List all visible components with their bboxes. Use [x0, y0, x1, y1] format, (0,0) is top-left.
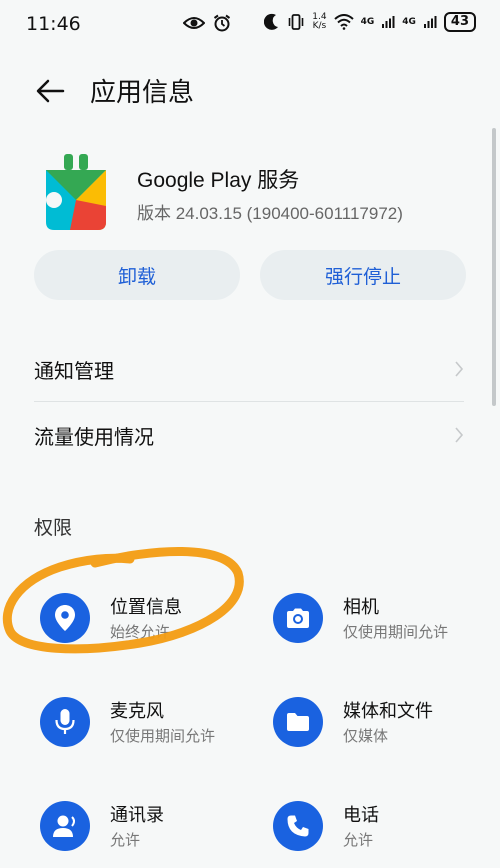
permissions-section-title: 权限 — [34, 517, 73, 539]
permission-camera[interactable]: 相机 仅使用期间允许 — [273, 588, 493, 658]
page-title: 应用信息 — [90, 78, 195, 108]
status-icons-right: 1.4 K/s 4G 4G 43 — [264, 12, 476, 32]
battery-indicator: 43 — [443, 12, 476, 32]
list-item-label: 流量使用情况 — [34, 424, 154, 449]
permission-microphone[interactable]: 麦克风 仅使用期间允许 — [40, 692, 260, 762]
camera-icon — [273, 593, 323, 643]
permission-contacts[interactable]: 通讯录 允许 — [40, 796, 260, 866]
alarm-icon — [213, 14, 231, 32]
list-item-label: 通知管理 — [34, 358, 114, 383]
uninstall-button[interactable]: 卸载 — [34, 250, 240, 300]
header: 应用信息 — [0, 62, 500, 118]
permission-phone[interactable]: 电话 允许 — [273, 796, 493, 866]
sim1-tag: 4G — [360, 17, 375, 27]
back-arrow-icon[interactable] — [33, 74, 67, 108]
permission-title: 麦克风 — [110, 701, 164, 722]
list-item-data-usage[interactable]: 流量使用情况 — [34, 404, 464, 466]
permission-status: 仅使用期间允许 — [343, 623, 449, 641]
signal-icon-2 — [423, 16, 437, 28]
permission-title: 位置信息 — [110, 597, 182, 618]
force-stop-button[interactable]: 强行停止 — [260, 250, 466, 300]
app-name: Google Play 服务 — [137, 169, 300, 192]
google-play-services-icon — [46, 154, 106, 230]
status-icons-center — [183, 14, 231, 32]
permission-status: 仅媒体 — [343, 727, 389, 745]
permission-status: 允许 — [343, 831, 374, 849]
moon-icon — [264, 13, 279, 30]
list-item-notification-management[interactable]: 通知管理 — [34, 338, 464, 400]
chevron-right-icon — [455, 427, 464, 443]
permission-status: 始终允许 — [110, 623, 171, 641]
permission-location[interactable]: 位置信息 始终允许 — [40, 588, 260, 658]
chevron-right-icon — [455, 361, 464, 377]
sim2-tag: 4G — [402, 17, 416, 27]
microphone-icon — [40, 697, 90, 747]
location-pin-icon — [40, 593, 90, 643]
network-speed-unit: K/s — [312, 21, 327, 31]
eye-icon — [183, 17, 205, 29]
divider — [34, 401, 464, 402]
contacts-icon — [40, 801, 90, 851]
app-info: Google Play 服务 版本 24.03.15 (190400-60111… — [0, 148, 500, 238]
app-version: 版本 24.03.15 (190400-601117972) — [137, 204, 403, 223]
network-speed: 1.4 K/s — [312, 13, 326, 31]
permission-title: 通讯录 — [110, 805, 164, 826]
permission-status: 允许 — [110, 831, 141, 849]
permission-status: 仅使用期间允许 — [110, 727, 216, 745]
phone-icon — [273, 801, 323, 851]
vibrate-icon — [288, 14, 304, 30]
status-bar: 11:46 1.4 K/s 4G 4G 43 — [0, 0, 500, 50]
folder-icon — [273, 697, 323, 747]
wifi-icon — [333, 14, 354, 30]
permission-title: 媒体和文件 — [343, 701, 433, 722]
permission-title: 电话 — [343, 805, 379, 826]
status-time: 11:46 — [26, 13, 81, 35]
permission-media-files[interactable]: 媒体和文件 仅媒体 — [273, 692, 493, 762]
permission-title: 相机 — [343, 597, 379, 618]
scrollbar[interactable] — [492, 128, 496, 406]
signal-icon-1 — [382, 16, 395, 28]
